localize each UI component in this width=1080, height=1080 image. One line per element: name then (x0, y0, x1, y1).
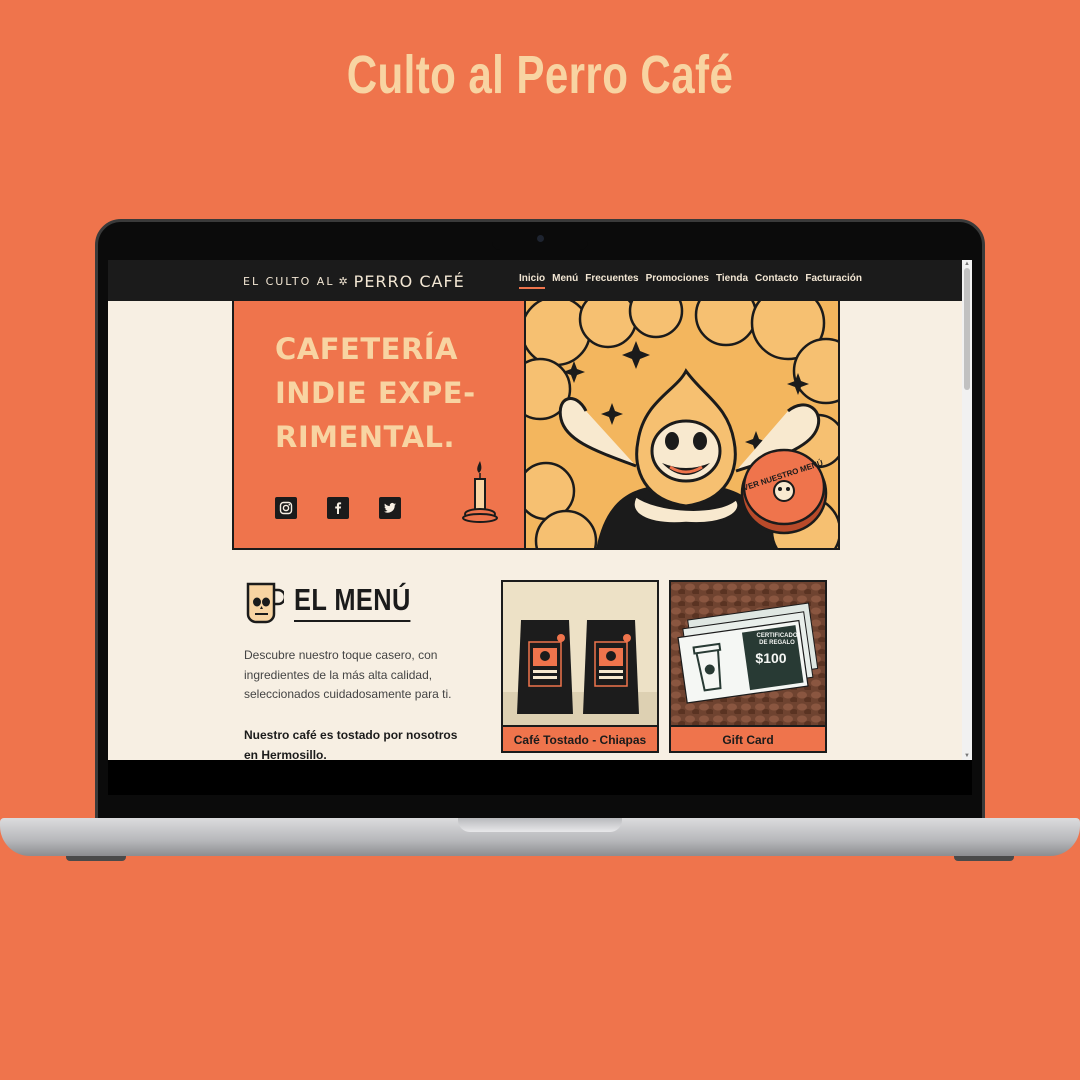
site-logo[interactable]: EL CULTO AL ✲ PERRO CAFÉ (243, 272, 465, 291)
gift-cert-label-2: DE REGALO (759, 640, 795, 646)
menu-heading: EL MENÚ (244, 580, 436, 624)
gift-card-image: CERTIFICADO DE REGALO $100 (671, 582, 825, 727)
candle-icon (462, 461, 498, 523)
coffee-bags-image (503, 582, 657, 727)
hero-line-1: CAFETERÍA (275, 332, 459, 366)
nav-facturacion[interactable]: Facturación (805, 273, 862, 289)
laptop-foot-right (954, 856, 1014, 861)
product-card-cafe[interactable]: Café Tostado - Chiapas (501, 580, 659, 753)
menu-roast-note: Nuestro café es tostado por nosotros en … (244, 728, 458, 760)
camera-icon (537, 235, 544, 242)
logo-big-text: PERRO CAFÉ (353, 272, 465, 291)
screen-bezel-bottom (108, 760, 972, 795)
nav-frecuentes[interactable]: Frecuentes (585, 273, 638, 289)
nav-promociones[interactable]: Promociones (646, 273, 709, 289)
scroll-up-icon[interactable]: ▲ (964, 261, 970, 267)
gift-cert-label-1: CERTIFICADO (756, 633, 798, 639)
instagram-icon[interactable] (275, 497, 297, 519)
hero-line-2: INDIE EXPE- (275, 376, 476, 410)
nav-menu[interactable]: Menú (552, 273, 578, 289)
scroll-down-icon[interactable]: ▼ (964, 753, 970, 759)
nav-links: Inicio Menú Frecuentes Promociones Tiend… (519, 273, 862, 289)
sun-icon: ✲ (338, 275, 350, 288)
mascot-illustration (526, 301, 838, 548)
browser-screen: EL CULTO AL ✲ PERRO CAFÉ Inicio Menú Fre… (108, 260, 972, 760)
logo-small-text: EL CULTO AL (243, 275, 335, 288)
hero-line-3: RIMENTAL. (275, 420, 456, 454)
nav-contacto[interactable]: Contacto (755, 273, 798, 289)
laptop-foot-left (66, 856, 126, 861)
nav-inicio[interactable]: Inicio (519, 273, 546, 289)
menu-title: EL MENÚ (294, 582, 411, 622)
twitter-icon[interactable] (379, 497, 401, 519)
gift-card-amount: $100 (755, 650, 787, 666)
nav-tienda[interactable]: Tienda (716, 273, 748, 289)
hero-text-panel: CAFETERÍA INDIE EXPE- RIMENTAL. (234, 301, 526, 548)
scroll-thumb[interactable] (964, 268, 970, 390)
hero-illustration: VER NUESTRO MENÚ (526, 301, 838, 548)
hero-headline: CAFETERÍA INDIE EXPE- RIMENTAL. (275, 327, 476, 459)
menu-description: Descubre nuestro toque casero, con ingre… (244, 648, 452, 701)
product-card-gift[interactable]: CERTIFICADO DE REGALO $100 Gift Card (669, 580, 827, 753)
skull-mug-icon (246, 582, 284, 624)
card-label-gift: Gift Card (722, 733, 774, 747)
site-nav: EL CULTO AL ✲ PERRO CAFÉ Inicio Menú Fre… (108, 260, 972, 301)
scrollbar[interactable]: ▲ ▼ (962, 260, 972, 760)
facebook-icon[interactable] (327, 497, 349, 519)
hero-banner: CAFETERÍA INDIE EXPE- RIMENTAL. VER NUES… (232, 301, 840, 550)
social-links (275, 497, 401, 519)
card-label-cafe: Café Tostado - Chiapas (513, 733, 647, 747)
page-title: Culto al Perro Café (346, 45, 734, 105)
laptop-opening-notch (458, 818, 622, 832)
